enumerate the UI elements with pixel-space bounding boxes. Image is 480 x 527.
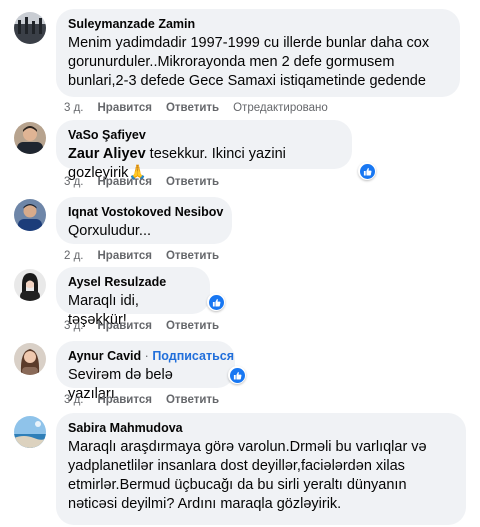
like-reaction[interactable] <box>358 162 376 180</box>
comment-author: Aynur Cavid · Подписаться <box>68 348 234 364</box>
like-reaction[interactable] <box>228 366 246 384</box>
avatar[interactable] <box>14 199 46 231</box>
subscribe-link[interactable]: Подписаться <box>152 349 234 363</box>
comment-bubble: Suleymanzade Zamin Menim yadimdadir 1997… <box>56 9 460 97</box>
avatar[interactable] <box>14 269 46 301</box>
reply-button[interactable]: Ответить <box>166 176 219 188</box>
comment-bubble: Sabira Mahmudova Maraqlı araşdırmaya gör… <box>56 413 466 525</box>
comment-actions: 3 д. Нравится Ответить Отредактировано <box>64 101 342 115</box>
comment-author[interactable]: VaSo Şafiyev <box>68 127 340 143</box>
reply-button[interactable]: Ответить <box>166 394 219 406</box>
edited-label: Отредактировано <box>233 102 328 114</box>
reply-button[interactable]: Ответить <box>166 320 219 332</box>
comment-actions: 3 д. Нравится Ответить <box>64 175 233 189</box>
comment-text: Menim yadimdadir 1997-1999 cu illerde bu… <box>68 35 430 89</box>
comment-author[interactable]: Suleymanzade Zamin <box>68 16 448 32</box>
reply-button[interactable]: Ответить <box>166 250 219 262</box>
comment-bubble: Aysel Resulzade Maraqlı idi, təşəkkür! <box>56 267 210 328</box>
comment-text: Qorxuludur... <box>68 223 152 239</box>
comment-time[interactable]: 2 д. <box>64 250 84 262</box>
thumbs-up-reaction-icon <box>212 298 220 307</box>
separator-dot: · <box>144 349 149 363</box>
comment-bubble: VaSo Şafiyev Zaur Aliyev tesekkur. Ikinc… <box>56 120 352 181</box>
like-button[interactable]: Нравится <box>98 320 152 332</box>
avatar[interactable] <box>14 12 46 44</box>
comment-time[interactable]: 3 д. <box>64 176 84 188</box>
comment-text: Maraqlı araşdırmaya görə varolun.Drməli … <box>68 439 427 512</box>
like-reaction[interactable] <box>207 293 225 311</box>
author-name[interactable]: Aynur Cavid <box>68 349 141 363</box>
like-button[interactable]: Нравится <box>98 176 152 188</box>
comment-author[interactable]: Iqnat Vostokoved Nesibov <box>68 204 223 220</box>
reply-button[interactable]: Ответить <box>166 102 219 114</box>
mention-link[interactable]: Zaur Aliyev <box>68 146 146 162</box>
thumbs-up-reaction-icon <box>233 371 241 380</box>
comment-actions: 3 д. Нравится Ответить <box>64 393 233 407</box>
comment-author[interactable]: Sabira Mahmudova <box>68 420 454 436</box>
like-button[interactable]: Нравится <box>98 394 152 406</box>
avatar[interactable] <box>14 343 46 375</box>
comment-time[interactable]: 3 д. <box>64 320 84 332</box>
comment-time[interactable]: 3 д. <box>64 102 84 114</box>
like-button[interactable]: Нравится <box>98 250 152 262</box>
comment-actions: 3 д. Нравится Ответить <box>64 319 233 333</box>
comment-bubble: Iqnat Vostokoved Nesibov Qorxuludur... <box>56 197 232 244</box>
comment-time[interactable]: 3 д. <box>64 394 84 406</box>
thumbs-up-reaction-icon <box>363 167 371 176</box>
like-button[interactable]: Нравится <box>98 102 152 114</box>
comment-author[interactable]: Aysel Resulzade <box>68 274 198 290</box>
avatar[interactable] <box>14 122 46 154</box>
avatar[interactable] <box>14 416 46 448</box>
comment-bubble: Aynur Cavid · Подписаться Sevirəm də bel… <box>56 341 235 402</box>
comment-actions: 2 д. Нравится Ответить <box>64 249 233 263</box>
